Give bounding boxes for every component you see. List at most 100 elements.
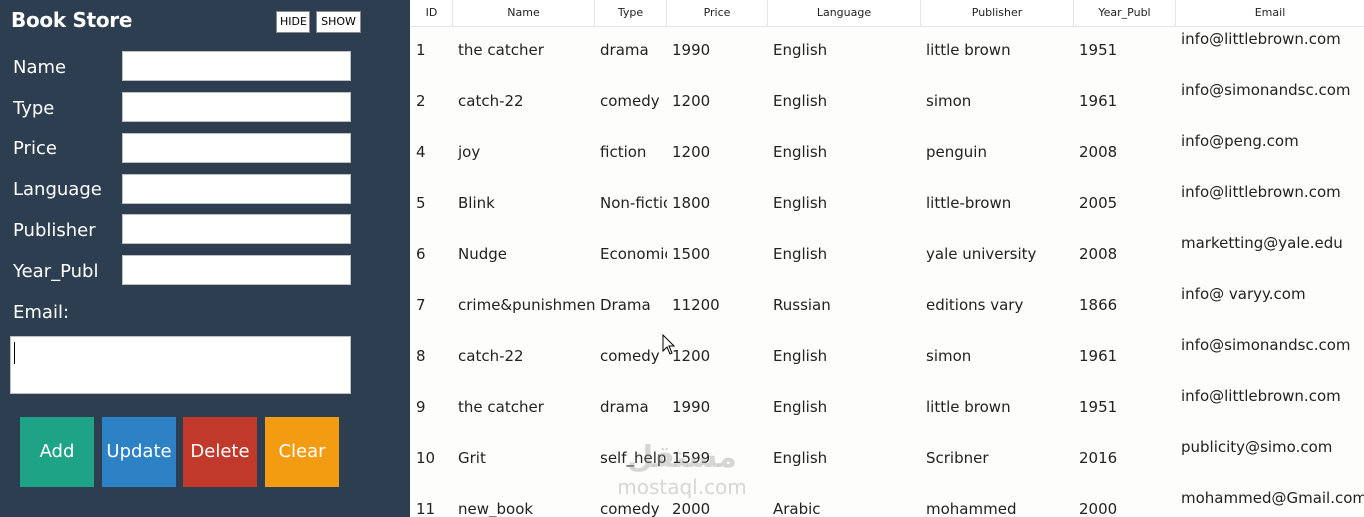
cell-type: Economics: [600, 245, 667, 263]
cell-publisher: penguin: [926, 143, 987, 161]
show-button[interactable]: SHOW: [316, 11, 361, 33]
column-header-language[interactable]: Language: [768, 0, 921, 26]
email-label: Email:: [13, 302, 70, 323]
cell-name: catch-22: [458, 347, 524, 365]
type-input[interactable]: [122, 92, 351, 122]
column-header-type[interactable]: Type: [595, 0, 667, 26]
cell-type: fiction: [600, 143, 647, 161]
table-row[interactable]: 1 the catcher drama 1990 English little brown…: [411, 25, 1364, 76]
price-input[interactable]: [122, 133, 351, 163]
cell-language: English: [773, 143, 828, 161]
column-header-price[interactable]: Price: [667, 0, 768, 26]
cell-id: 5: [416, 194, 426, 212]
language-input[interactable]: [122, 174, 351, 204]
cell-type: comedy: [600, 92, 660, 110]
cell-id: 7: [416, 296, 426, 314]
cell-year: 1951: [1079, 41, 1118, 59]
table-row[interactable]: 4 joy fiction 1200 English penguin 2008 info@pe…: [411, 127, 1364, 178]
delete-button[interactable]: Delete: [183, 417, 257, 487]
cell-publisher: simon: [926, 92, 972, 110]
cell-year: 1951: [1079, 398, 1118, 416]
cell-name: catch-22: [458, 92, 524, 110]
year-input[interactable]: [122, 255, 351, 285]
column-header-name[interactable]: Name: [453, 0, 595, 26]
app-title: Book Store: [11, 8, 133, 32]
cell-id: 4: [416, 143, 426, 161]
cell-price: 11200: [672, 296, 720, 314]
cell-email: info@simonandsc.com: [1181, 81, 1351, 99]
publisher-label: Publisher: [13, 220, 96, 241]
email-textarea[interactable]: [10, 336, 351, 394]
cell-email: info@littlebrown.com: [1181, 183, 1341, 201]
update-button[interactable]: Update: [102, 417, 176, 487]
cell-year: 1866: [1079, 296, 1118, 314]
cell-language: English: [773, 194, 828, 212]
cell-name: new_book: [458, 500, 534, 517]
table-row[interactable]: 11 new_book comedy 2000 Arabic mohammed 2000 mo…: [411, 484, 1364, 517]
cell-price: 1599: [672, 449, 711, 467]
column-header-id[interactable]: ID: [411, 0, 453, 26]
hide-button[interactable]: HIDE: [276, 11, 310, 33]
cell-year: 2016: [1079, 449, 1118, 467]
type-label: Type: [13, 98, 55, 119]
cell-email: publicity@simo.com: [1181, 438, 1333, 456]
cell-language: English: [773, 347, 828, 365]
name-input[interactable]: [122, 51, 351, 81]
cell-email: info@littlebrown.com: [1181, 30, 1341, 48]
cell-id: 9: [416, 398, 426, 416]
cell-year: 2008: [1079, 143, 1118, 161]
cell-email: marketting@yale.edu: [1181, 234, 1343, 252]
cell-id: 10: [416, 449, 436, 467]
cell-price: 1500: [672, 245, 711, 263]
add-button[interactable]: Add: [20, 417, 94, 487]
cell-price: 1800: [672, 194, 711, 212]
publisher-input[interactable]: [122, 214, 351, 244]
cell-publisher: editions vary: [926, 296, 1024, 314]
cell-type: comedy: [600, 347, 660, 365]
cell-name: the catcher: [458, 398, 544, 416]
cell-publisher: Scribner: [926, 449, 989, 467]
cell-publisher: little brown: [926, 398, 1011, 416]
cell-email: info@littlebrown.com: [1181, 387, 1341, 405]
cell-price: 1990: [672, 398, 711, 416]
cell-price: 2000: [672, 500, 711, 517]
price-label: Price: [13, 138, 57, 159]
column-header-publisher[interactable]: Publisher: [921, 0, 1074, 26]
cell-email: info@simonandsc.com: [1181, 336, 1351, 354]
cell-name: crime&punishment: [458, 296, 595, 314]
table-row[interactable]: 6 Nudge Economics 1500 English yale universit…: [411, 229, 1364, 280]
cell-language: Arabic: [773, 500, 821, 517]
cell-type: drama: [600, 398, 649, 416]
cell-language: English: [773, 41, 828, 59]
table-row[interactable]: 2 catch-22 comedy 1200 English simon 1961 info@…: [411, 76, 1364, 127]
cell-publisher: little-brown: [926, 194, 1012, 212]
table-row[interactable]: 8 catch-22 comedy 1200 English simon 1961 info@…: [411, 331, 1364, 382]
column-header-year[interactable]: Year_Publ: [1074, 0, 1176, 26]
cell-email: mohammed@Gmail.com: [1181, 489, 1364, 507]
cell-year: 1961: [1079, 347, 1118, 365]
column-header-email[interactable]: Email: [1176, 0, 1364, 26]
form-panel: Book Store HIDE SHOW Name Type Price Lan…: [0, 0, 410, 517]
cell-language: English: [773, 245, 828, 263]
table-header: ID Name Type Price Language Publisher Ye…: [411, 0, 1364, 27]
table-row[interactable]: 7 crime&punishment Drama 11200 Russian editio…: [411, 280, 1364, 331]
cell-language: English: [773, 449, 828, 467]
name-label: Name: [13, 57, 67, 78]
cell-price: 1990: [672, 41, 711, 59]
cell-publisher: yale university: [926, 245, 1037, 263]
year-label: Year_Publ: [13, 261, 99, 282]
cell-year: 1961: [1079, 92, 1118, 110]
cell-language: English: [773, 398, 828, 416]
cell-name: Nudge: [458, 245, 507, 263]
cell-price: 1200: [672, 143, 711, 161]
cell-id: 6: [416, 245, 426, 263]
table-row[interactable]: 9 the catcher drama 1990 English little brown…: [411, 382, 1364, 433]
books-table[interactable]: ID Name Type Price Language Publisher Ye…: [411, 0, 1364, 517]
cell-id: 11: [416, 500, 436, 517]
table-row[interactable]: 5 Blink Non-fiction 1800 English little-brown…: [411, 178, 1364, 229]
cell-name: joy: [458, 143, 481, 161]
clear-button[interactable]: Clear: [265, 417, 339, 487]
cell-publisher: simon: [926, 347, 972, 365]
cell-language: Russian: [773, 296, 831, 314]
table-row[interactable]: 10 Grit self_help 1599 English Scribner 2016 pu…: [411, 433, 1364, 484]
